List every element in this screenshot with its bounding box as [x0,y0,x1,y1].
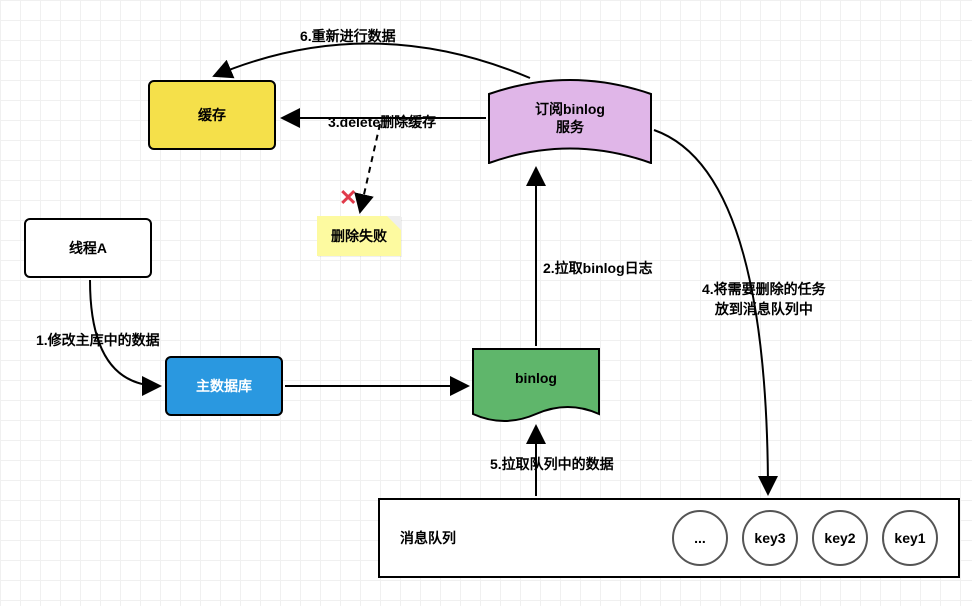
queue-slot-ellipsis: ... [672,510,728,566]
main-db-node: 主数据库 [165,356,283,416]
main-db-label: 主数据库 [196,376,252,396]
step4-l1: 4.将需要删除的任务 [702,281,826,297]
delete-fail-note: 删除失败 [317,216,401,256]
thread-a-node: 线程A [24,218,152,278]
step1-label: 1.修改主库中的数据 [36,330,160,350]
cache-node: 缓存 [148,80,276,150]
step4-l2: 放到消息队列中 [715,301,813,317]
step2-label: 2.拉取binlog日志 [543,258,653,278]
message-queue-box: 消息队列 ... key3 key2 key1 [378,498,960,578]
thread-a-label: 线程A [69,238,107,258]
binlog-label: binlog [472,370,600,386]
queue-title: 消息队列 [400,528,456,548]
binlog-node [472,348,600,432]
subscribe-l2: 服务 [556,119,584,135]
step3-label: 3.delete删除缓存 [328,112,436,132]
cross-icon: ✕ [339,185,357,211]
step6-label: 6.重新进行数据 [300,26,396,46]
queue-slot-key2: key2 [812,510,868,566]
subscribe-label: 订阅binlog 服务 [488,100,652,136]
queue-slot-key3: key3 [742,510,798,566]
subscribe-l1: 订阅binlog [535,101,605,117]
queue-slot-key1: key1 [882,510,938,566]
delete-fail-text: 删除失败 [331,228,387,244]
cache-label: 缓存 [198,105,226,125]
step4-label: 4.将需要删除的任务 放到消息队列中 [702,280,826,319]
step5-label: 5.拉取队列中的数据 [490,454,614,474]
